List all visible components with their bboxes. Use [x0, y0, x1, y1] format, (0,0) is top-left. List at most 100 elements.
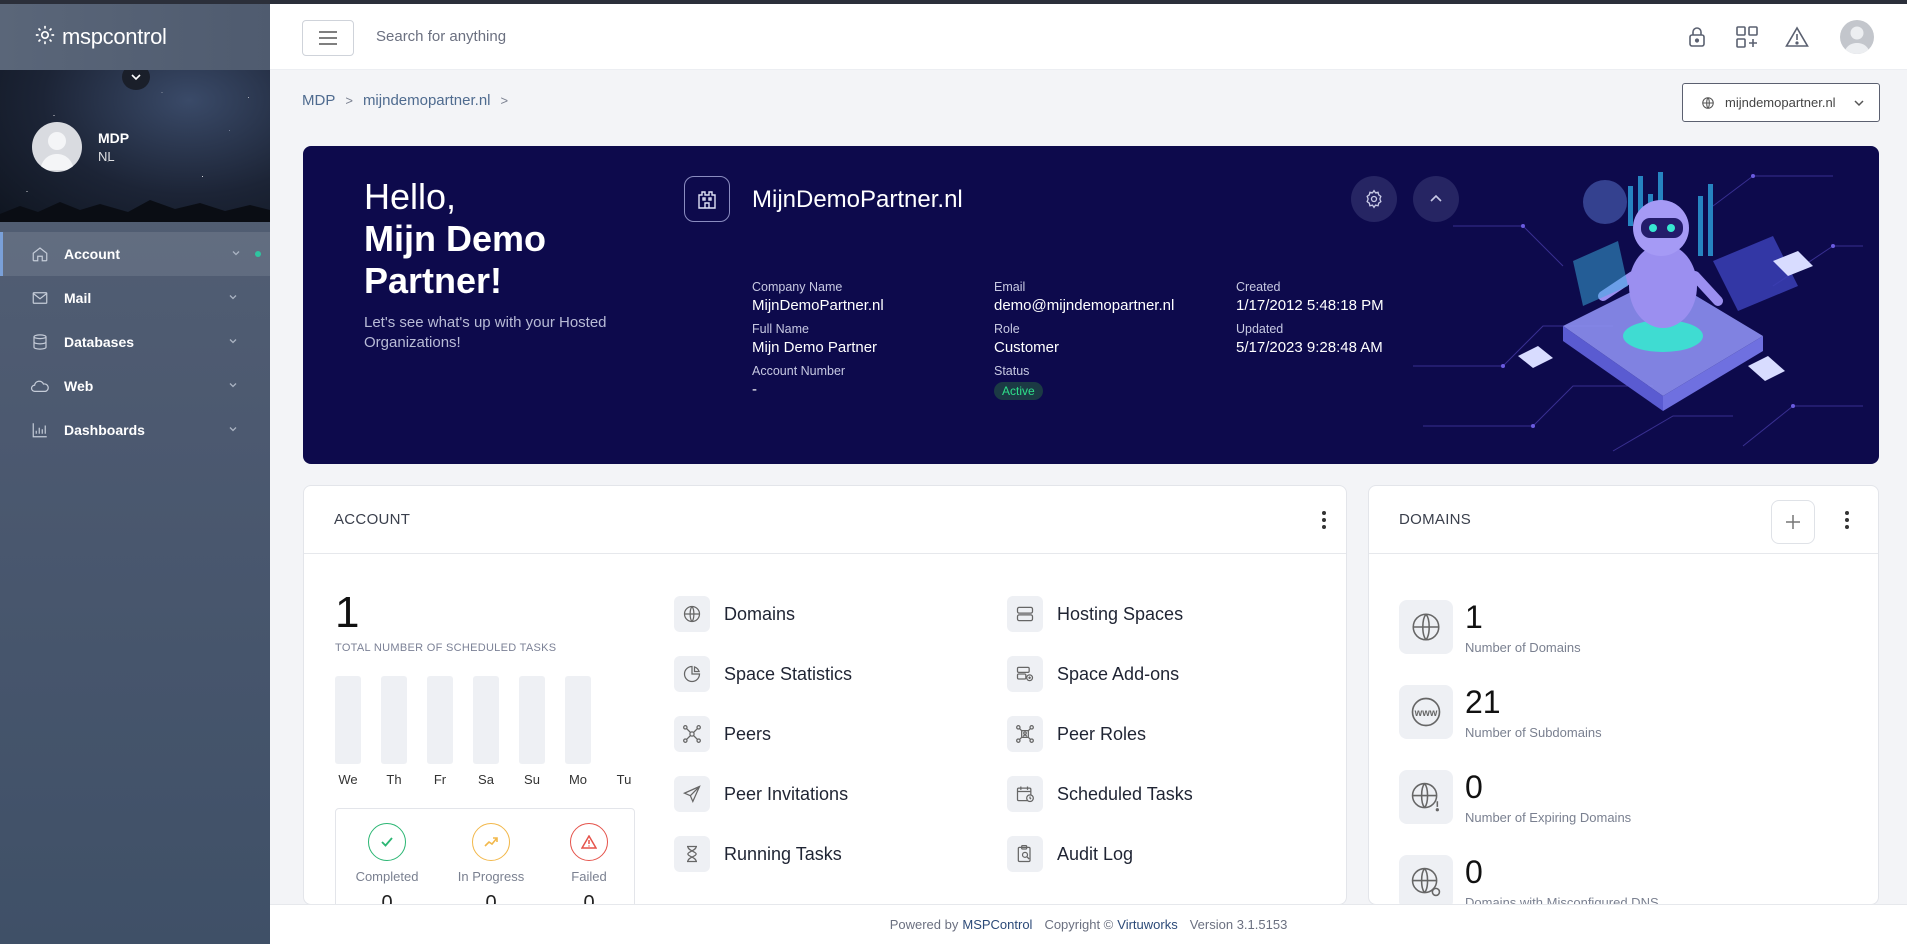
gear-icon: [1366, 189, 1382, 209]
day-column: Su: [519, 676, 545, 787]
day-label: We: [338, 772, 358, 787]
link-peer-invitations[interactable]: Peer Invitations: [674, 776, 1007, 812]
sidebar: mspcontrol MDP NL Account Mail Databases…: [0, 4, 270, 944]
link-scheduled-tasks[interactable]: Scheduled Tasks: [1007, 776, 1340, 812]
brand[interactable]: mspcontrol: [0, 4, 270, 70]
link-audit-log[interactable]: Audit Log: [1007, 836, 1340, 872]
cloud-icon: [30, 376, 50, 396]
profile-panel: MDP NL: [0, 70, 270, 222]
info-account-number: Account Number -: [752, 364, 994, 400]
sidebar-item-web[interactable]: Web: [0, 364, 270, 408]
stat-expiring-domains[interactable]: 0 Number of Expiring Domains: [1399, 770, 1631, 825]
card-header: ACCOUNT: [304, 486, 1346, 554]
day-label: Su: [524, 772, 540, 787]
day-label: Fr: [433, 772, 447, 787]
brand-name: mspcontrol: [62, 24, 167, 49]
gear-logo-icon: [34, 24, 56, 51]
link-running-tasks[interactable]: Running Tasks: [674, 836, 1007, 872]
greeting-name-line1: Mijn Demo: [364, 218, 547, 259]
link-peers[interactable]: Peers: [674, 716, 1007, 752]
chevron-down-icon: [1854, 100, 1864, 107]
active-indicator: [255, 251, 261, 257]
status-label: Failed: [571, 869, 607, 884]
day-bar: [519, 676, 545, 764]
hamburger-icon: [319, 31, 337, 45]
footer-product-link[interactable]: MSPControl: [962, 917, 1032, 932]
user-avatar[interactable]: [1840, 20, 1874, 54]
breadcrumb-item-mdp[interactable]: MDP: [302, 92, 335, 109]
lock-icon[interactable]: [1684, 24, 1710, 50]
apps-add-icon[interactable]: [1734, 24, 1760, 50]
info-label: Role: [994, 322, 1020, 336]
sidebar-item-mail[interactable]: Mail: [0, 276, 270, 320]
sidebar-item-databases[interactable]: Databases: [0, 320, 270, 364]
kebab-menu-icon[interactable]: [1837, 509, 1857, 531]
greeting-subtitle: Let's see what's up with your Hosted Org…: [364, 314, 607, 351]
day-bar: [427, 676, 453, 764]
link-label: Running Tasks: [724, 843, 842, 864]
link-domains[interactable]: Domains: [674, 596, 1007, 632]
day-label: Tu: [616, 772, 632, 787]
breadcrumb-item-domain[interactable]: mijndemopartner.nl: [363, 92, 491, 109]
kebab-menu-icon[interactable]: [1314, 509, 1334, 531]
profile-subtitle: NL: [98, 149, 115, 164]
scheduled-tasks-label: TOTAL NUMBER OF SCHEDULED TASKS: [335, 642, 557, 654]
stat-value: 0: [1465, 769, 1483, 805]
info-value: demo@mijndemopartner.nl: [994, 297, 1175, 314]
status-completed[interactable]: Completed 0: [342, 823, 432, 904]
warning-icon[interactable]: [1784, 24, 1810, 50]
task-status-summary: Completed 0 In Progress 0 Failed 0: [335, 808, 635, 904]
info-value: MijnDemoPartner.nl: [752, 297, 884, 314]
link-space-add-ons[interactable]: Space Add-ons: [1007, 656, 1340, 692]
stat-subdomains[interactable]: www 21 Number of Subdomains: [1399, 685, 1602, 740]
domains-card: DOMAINS 1 Number of Domains www 21 Number …: [1368, 485, 1879, 905]
search-input[interactable]: [376, 24, 776, 48]
account-card: ACCOUNT 1 TOTAL NUMBER OF SCHEDULED TASK…: [303, 485, 1347, 905]
day-label: Sa: [478, 772, 494, 787]
send-icon: [674, 776, 710, 812]
organization-name: MijnDemoPartner.nl: [752, 186, 963, 213]
footer-version: Version 3.1.5153: [1189, 917, 1288, 932]
domain-selector[interactable]: mijndemopartner.nl: [1682, 83, 1880, 122]
day-bar: [565, 676, 591, 764]
add-domain-button[interactable]: [1771, 500, 1815, 544]
info-label: Updated: [1236, 322, 1284, 336]
link-hosting-spaces[interactable]: Hosting Spaces: [1007, 596, 1340, 632]
status-label: In Progress: [457, 869, 525, 884]
chevron-down-icon: [229, 383, 237, 388]
info-label: Created: [1236, 280, 1281, 294]
status-label: Completed: [355, 869, 419, 884]
menu-toggle-button[interactable]: [302, 20, 354, 56]
home-icon: [30, 244, 50, 264]
status-failed[interactable]: Failed 0: [544, 823, 634, 904]
sidebar-item-account[interactable]: Account: [0, 232, 270, 276]
sidebar-item-dashboards[interactable]: Dashboards: [0, 408, 270, 452]
clipboard-search-icon: [1007, 836, 1043, 872]
day-column: Tu: [611, 676, 637, 787]
sidebar-item-label: Dashboards: [64, 422, 145, 438]
card-title: ACCOUNT: [334, 511, 411, 528]
peer-roles-icon: [1007, 716, 1043, 752]
info-label: Full Name: [752, 322, 809, 336]
stat-misconfigured-dns[interactable]: 0 Domains with Misconfigured DNS: [1399, 855, 1659, 904]
network-icon: [674, 716, 710, 752]
link-label: Hosting Spaces: [1057, 603, 1184, 624]
link-label: Peer Invitations: [724, 783, 849, 804]
avatar[interactable]: [32, 122, 82, 172]
day-column: We: [335, 676, 361, 787]
link-peer-roles[interactable]: Peer Roles: [1007, 716, 1340, 752]
mail-icon: [30, 288, 50, 308]
warning-icon: [570, 823, 608, 861]
link-space-statistics[interactable]: Space Statistics: [674, 656, 1007, 692]
footer-company-link[interactable]: Virtuworks: [1117, 917, 1177, 932]
link-label: Peer Roles: [1057, 723, 1147, 744]
pie-chart-icon: [674, 656, 710, 692]
chevron-down-icon: [131, 74, 141, 81]
chart-icon: [30, 420, 50, 440]
link-label: Space Add-ons: [1057, 663, 1180, 684]
card-title: DOMAINS: [1399, 511, 1472, 528]
settings-button[interactable]: [1351, 176, 1397, 222]
globe-gear-icon: [1399, 855, 1453, 904]
stat-domains[interactable]: 1 Number of Domains: [1399, 600, 1581, 655]
status-in-progress[interactable]: In Progress 0: [446, 823, 536, 904]
